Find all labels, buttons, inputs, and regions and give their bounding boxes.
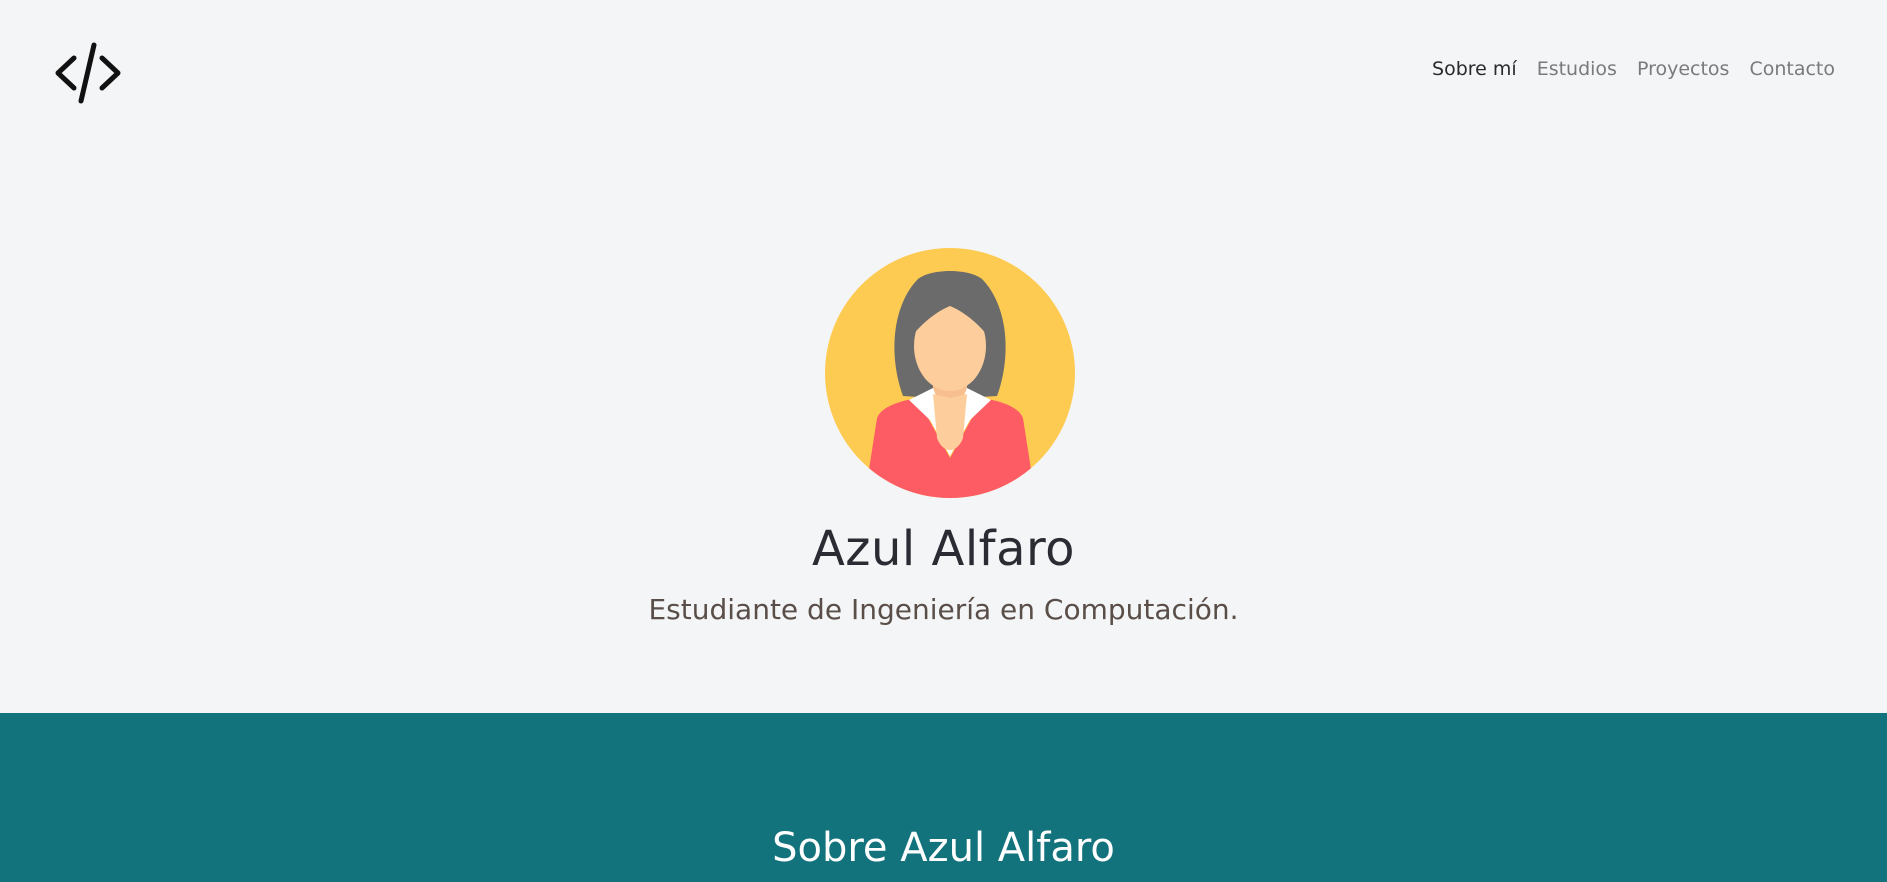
navbar: Sobre mí Estudios Proyectos Contacto bbox=[0, 0, 1887, 145]
page: Sobre mí Estudios Proyectos Contacto Azu… bbox=[0, 0, 1887, 882]
hero-section: Azul Alfaro Estudiante de Ingeniería en … bbox=[0, 145, 1887, 713]
nav-menu: Sobre mí Estudios Proyectos Contacto bbox=[1432, 58, 1835, 80]
hero-subtitle: Estudiante de Ingeniería en Computación. bbox=[648, 593, 1239, 626]
about-title: Sobre Azul Alfaro bbox=[772, 825, 1115, 871]
nav-link-sobre-mi[interactable]: Sobre mí bbox=[1432, 58, 1517, 80]
woman-avatar-icon bbox=[825, 248, 1075, 498]
nav-link-proyectos[interactable]: Proyectos bbox=[1637, 58, 1730, 80]
code-brackets-icon[interactable] bbox=[54, 42, 122, 104]
nav-link-estudios[interactable]: Estudios bbox=[1537, 58, 1617, 80]
nav-link-contacto[interactable]: Contacto bbox=[1749, 58, 1835, 80]
about-section: Sobre Azul Alfaro bbox=[0, 713, 1887, 882]
hero-name: Azul Alfaro bbox=[811, 521, 1076, 577]
